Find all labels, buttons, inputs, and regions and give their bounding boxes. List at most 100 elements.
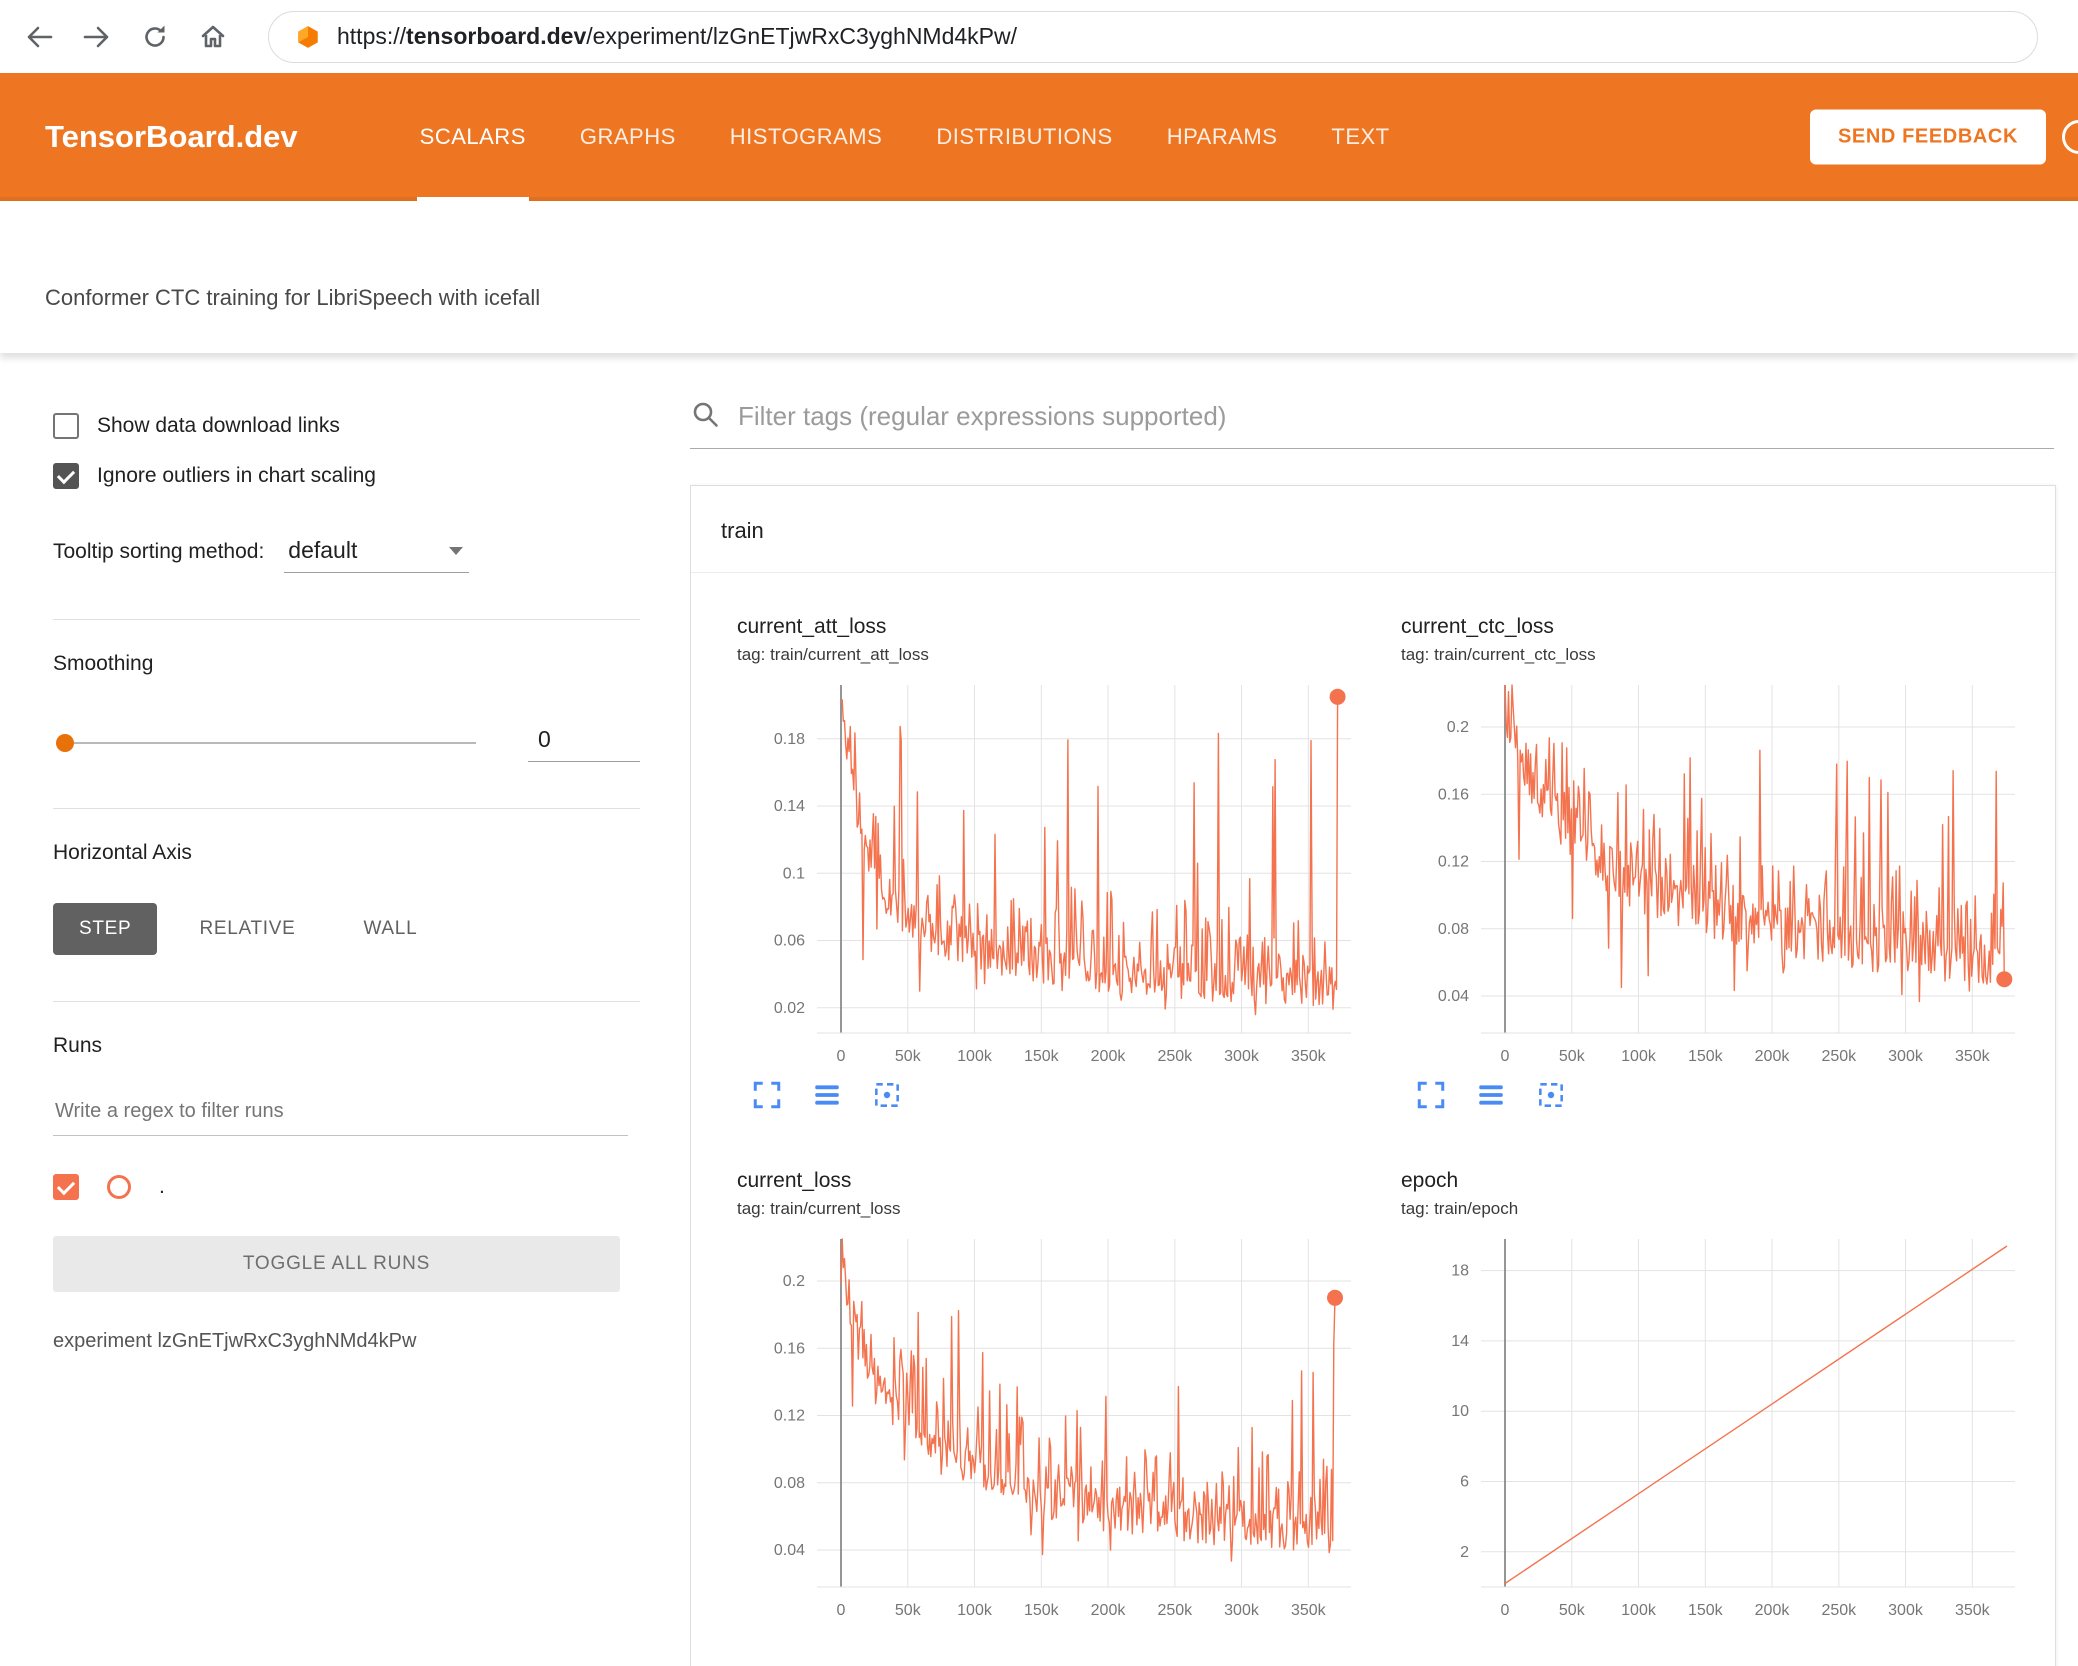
charts-grid: current_att_loss tag: train/current_att_… <box>691 573 2055 1666</box>
svg-text:100k: 100k <box>957 1602 993 1619</box>
ignore-outliers-label: Ignore outliers in chart scaling <box>97 464 376 487</box>
tooltip-sorting-select[interactable]: default <box>284 535 470 573</box>
address-bar[interactable]: https://tensorboard.dev/experiment/lzGnE… <box>268 10 2038 63</box>
svg-text:200k: 200k <box>1755 1602 1791 1619</box>
svg-text:350k: 350k <box>1291 1048 1327 1065</box>
fit-domain-icon[interactable] <box>871 1079 903 1111</box>
svg-text:350k: 350k <box>1291 1602 1327 1619</box>
sidebar-divider <box>53 1001 640 1002</box>
reload-icon[interactable] <box>140 22 170 52</box>
slider-thumb[interactable] <box>56 734 74 752</box>
svg-text:0.12: 0.12 <box>774 1408 805 1425</box>
url-path: /experiment/lzGnETjwRxC3yghNMd4kPw/ <box>586 23 1018 49</box>
axis-wall-button[interactable]: WALL <box>338 903 444 955</box>
runs-filter-input[interactable] <box>53 1094 628 1136</box>
svg-text:50k: 50k <box>895 1602 922 1619</box>
horizontal-axis-label: Horizontal Axis <box>53 841 192 864</box>
svg-text:300k: 300k <box>1224 1048 1260 1065</box>
tooltip-sorting-value: default <box>288 537 358 563</box>
chart-plot[interactable]: 0.04 0.08 0.12 0.16 0.2 0 50k 100k 150k 200k 250k 3… <box>1401 675 2041 1075</box>
svg-text:6: 6 <box>1460 1474 1469 1491</box>
checkbox-checked-icon[interactable] <box>53 463 79 489</box>
send-feedback-button[interactable]: SEND FEEDBACK <box>1809 109 2046 165</box>
svg-text:0.08: 0.08 <box>1438 921 1469 938</box>
svg-text:18: 18 <box>1451 1263 1469 1280</box>
show-download-links-toggle[interactable]: Show data download links <box>53 413 640 439</box>
url-scheme: https:// <box>337 23 407 49</box>
svg-text:0: 0 <box>837 1602 846 1619</box>
axis-relative-button[interactable]: RELATIVE <box>173 903 321 955</box>
ignore-outliers-toggle[interactable]: Ignore outliers in chart scaling <box>53 463 640 489</box>
horizontal-axis-buttons: STEP RELATIVE WALL <box>53 903 640 955</box>
axis-step-button[interactable]: STEP <box>53 903 158 955</box>
svg-text:150k: 150k <box>1024 1048 1060 1065</box>
toggle-all-runs-button[interactable]: TOGGLE ALL RUNS <box>53 1236 620 1292</box>
expand-chart-icon[interactable] <box>1415 1079 1447 1111</box>
svg-text:0.02: 0.02 <box>774 1000 805 1017</box>
forward-icon[interactable] <box>82 22 112 52</box>
tab-histograms[interactable]: HISTOGRAMS <box>703 73 910 201</box>
run-name-label: . <box>159 1175 165 1198</box>
svg-text:250k: 250k <box>1821 1048 1857 1065</box>
brand-title: TensorBoard.dev <box>45 119 298 154</box>
experiment-id-label: experiment lzGnETjwRxC3yghNMd4kPw <box>53 1330 417 1352</box>
settings-sidebar: Show data download links Ignore outliers… <box>0 353 640 1666</box>
tab-hparams[interactable]: HPARAMS <box>1140 73 1305 201</box>
group-title[interactable]: train <box>691 486 2055 573</box>
tensorboard-favicon-icon <box>295 24 321 50</box>
log-scale-icon[interactable] <box>1475 1079 1507 1111</box>
svg-text:350k: 350k <box>1955 1048 1991 1065</box>
svg-text:150k: 150k <box>1688 1048 1724 1065</box>
svg-text:200k: 200k <box>1755 1048 1791 1065</box>
smoothing-slider[interactable] <box>56 734 476 752</box>
chart-title: current_att_loss <box>737 615 887 638</box>
svg-text:100k: 100k <box>957 1048 993 1065</box>
chart-tag: tag: train/current_att_loss <box>737 645 929 664</box>
expand-chart-icon[interactable] <box>751 1079 783 1111</box>
smoothing-row: 0 <box>53 724 640 762</box>
chart-current-att-loss: current_att_loss tag: train/current_att_… <box>737 615 1377 1111</box>
svg-text:100k: 100k <box>1621 1602 1657 1619</box>
svg-text:0.12: 0.12 <box>1438 854 1469 871</box>
chart-title: current_ctc_loss <box>1401 615 1554 638</box>
show-download-links-label: Show data download links <box>97 414 340 437</box>
smoothing-value-input[interactable]: 0 <box>528 724 640 762</box>
chart-toolbar <box>737 1079 1377 1111</box>
tab-graphs[interactable]: GRAPHS <box>553 73 703 201</box>
svg-text:0.18: 0.18 <box>774 731 805 748</box>
svg-text:0: 0 <box>1501 1048 1510 1065</box>
svg-text:50k: 50k <box>1559 1048 1586 1065</box>
svg-text:2: 2 <box>1460 1544 1469 1561</box>
tab-distributions[interactable]: DISTRIBUTIONS <box>909 73 1139 201</box>
chart-plot[interactable]: 0.02 0.06 0.1 0.14 0.18 0 50k 100k 150k 200k 250k 3… <box>737 675 1377 1075</box>
run-row[interactable]: . <box>53 1174 640 1200</box>
log-scale-icon[interactable] <box>811 1079 843 1111</box>
tooltip-sorting-label: Tooltip sorting method: <box>53 540 265 563</box>
chart-title: epoch <box>1401 1169 1459 1192</box>
checkbox-unchecked-icon[interactable] <box>53 413 79 439</box>
svg-text:350k: 350k <box>1955 1602 1991 1619</box>
svg-text:50k: 50k <box>1559 1602 1586 1619</box>
top-nav: SCALARS GRAPHS HISTOGRAMS DISTRIBUTIONS … <box>393 73 1417 201</box>
runs-label: Runs <box>53 1034 103 1057</box>
sidebar-divider <box>53 808 640 809</box>
tab-scalars[interactable]: SCALARS <box>393 73 553 201</box>
run-checkbox-icon[interactable] <box>53 1174 79 1200</box>
fit-domain-icon[interactable] <box>1535 1079 1567 1111</box>
chevron-down-icon <box>449 546 464 555</box>
svg-text:50k: 50k <box>895 1048 922 1065</box>
chart-toolbar <box>1401 1079 2041 1111</box>
chart-plot[interactable]: 0.04 0.08 0.12 0.16 0.2 0 50k 100k 150k 200k 250k 3… <box>737 1229 1377 1629</box>
tab-text[interactable]: TEXT <box>1304 73 1416 201</box>
chart-current-loss: current_loss tag: train/current_loss 0.0… <box>737 1169 1377 1629</box>
account-icon[interactable] <box>2062 120 2078 154</box>
filter-tags-input[interactable] <box>738 401 2054 432</box>
home-icon[interactable] <box>198 22 228 52</box>
back-icon[interactable] <box>24 22 54 52</box>
main-content: train current_att_loss tag: train/curren… <box>690 353 2078 1666</box>
svg-text:100k: 100k <box>1621 1048 1657 1065</box>
svg-text:0.06: 0.06 <box>774 933 805 950</box>
chart-plot[interactable]: 2 6 10 14 18 0 50k 100k 150k 200k 250k 300k 350k <box>1401 1229 2041 1629</box>
browser-toolbar: https://tensorboard.dev/experiment/lzGnE… <box>0 0 2078 73</box>
svg-text:0.2: 0.2 <box>783 1273 805 1290</box>
